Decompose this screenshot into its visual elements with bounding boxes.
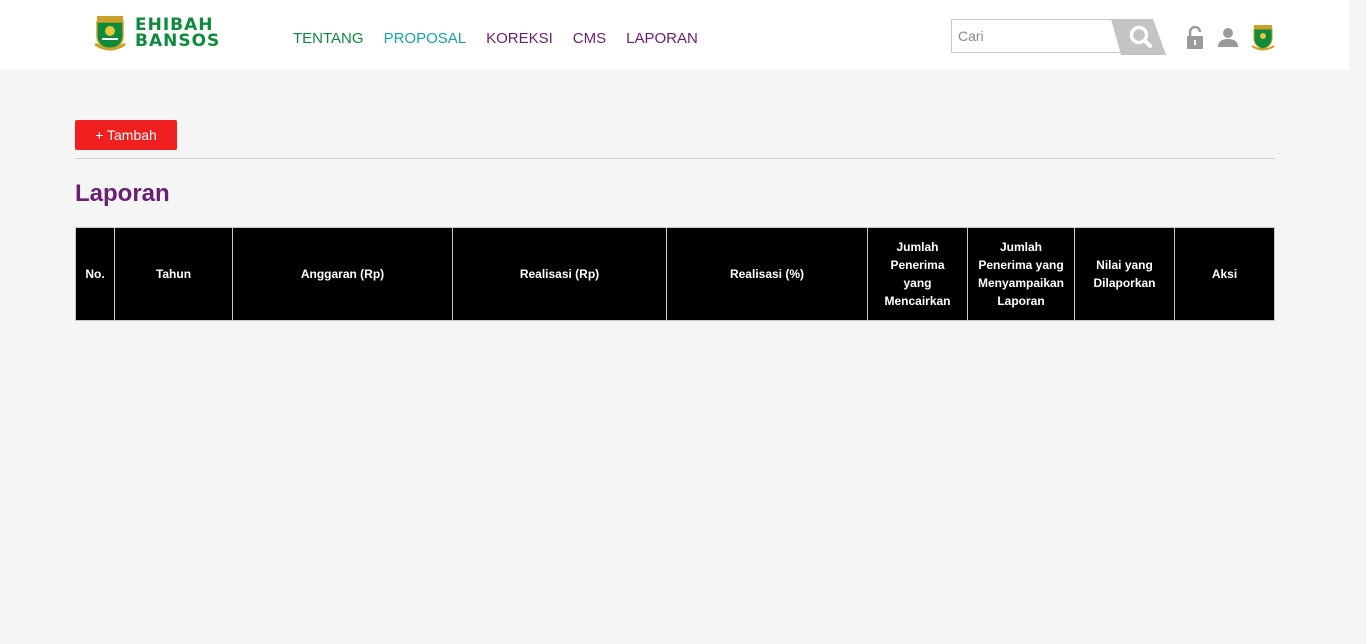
- site-logo[interactable]: EHIBAH BANSOS: [93, 14, 220, 52]
- search-button[interactable]: [1111, 19, 1166, 55]
- search-box: [951, 19, 1166, 55]
- main-nav: TENTANG PROPOSAL KOREKSI CMS LAPORAN: [293, 30, 698, 47]
- col-header-nilai-dilaporkan[interactable]: Nilai yang Dilaporkan: [1074, 227, 1175, 321]
- logo-line-2: BANSOS: [135, 31, 221, 51]
- page-title: Laporan: [75, 180, 170, 207]
- col-header-tahun[interactable]: Tahun: [114, 227, 233, 321]
- add-button[interactable]: + Tambah: [75, 120, 177, 150]
- col-header-anggaran[interactable]: Anggaran (Rp): [232, 227, 453, 321]
- col-header-realisasi-rp[interactable]: Realisasi (Rp): [452, 227, 667, 321]
- emblem-icon[interactable]: [1251, 24, 1275, 52]
- top-header: EHIBAH BANSOS TENTANG PROPOSAL KOREKSI C…: [0, 0, 1349, 70]
- nav-proposal[interactable]: PROPOSAL: [384, 30, 467, 47]
- col-header-no[interactable]: No.: [75, 227, 115, 321]
- divider: [75, 158, 1275, 159]
- col-header-jumlah-mencairkan[interactable]: Jumlah Penerima yang Mencairkan: [867, 227, 968, 321]
- nav-laporan[interactable]: LAPORAN: [626, 30, 698, 47]
- nav-cms[interactable]: CMS: [573, 30, 606, 47]
- search-input[interactable]: [951, 19, 1126, 53]
- col-header-aksi[interactable]: Aksi: [1174, 227, 1275, 321]
- nav-koreksi[interactable]: KOREKSI: [486, 30, 553, 47]
- table-header-row: No. Tahun Anggaran (Rp) Realisasi (Rp) R…: [75, 227, 1275, 321]
- col-header-jumlah-laporan[interactable]: Jumlah Penerima yang Menyampaikan Lapora…: [967, 227, 1075, 321]
- lock-icon[interactable]: [1186, 26, 1204, 50]
- col-header-realisasi-pct[interactable]: Realisasi (%): [666, 227, 868, 321]
- main-content: + Tambah Laporan No. Tahun Anggaran (Rp)…: [75, 120, 1275, 321]
- nav-tentang[interactable]: TENTANG: [293, 30, 364, 47]
- user-icon[interactable]: [1218, 27, 1238, 47]
- emblem-logo-icon: [94, 16, 126, 51]
- logo-text: EHIBAH BANSOS: [135, 17, 221, 51]
- report-table: No. Tahun Anggaran (Rp) Realisasi (Rp) R…: [75, 227, 1275, 321]
